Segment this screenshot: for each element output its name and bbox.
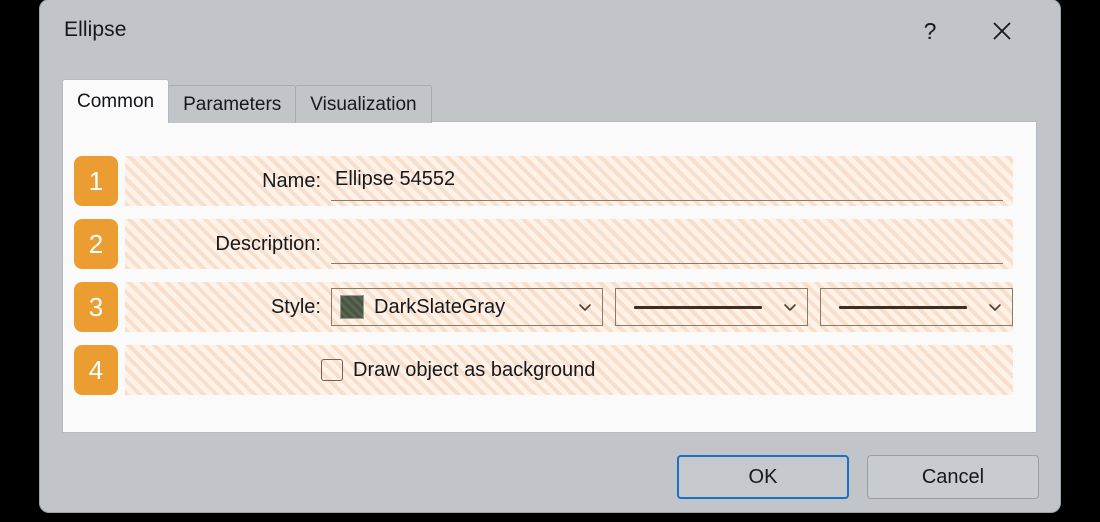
- cancel-button[interactable]: Cancel: [867, 455, 1039, 499]
- chevron-down-icon: [783, 300, 797, 314]
- draw-as-background-checkbox-group[interactable]: Draw object as background: [321, 359, 595, 382]
- style-field-highlight: Style: DarkSlateGray: [125, 282, 1013, 332]
- name-field-highlight: Name:: [125, 156, 1013, 206]
- step-badge-1: 1: [74, 156, 118, 206]
- dialog-title: Ellipse: [64, 18, 127, 41]
- line-style-preview-2: [839, 305, 968, 309]
- chevron-down-icon: [578, 300, 592, 314]
- background-checkbox-highlight: Draw object as background: [125, 345, 1013, 395]
- draw-as-background-checkbox[interactable]: [321, 359, 343, 381]
- draw-as-background-label[interactable]: Draw object as background: [353, 359, 595, 382]
- tab-visualization[interactable]: Visualization: [295, 85, 432, 123]
- ellipse-properties-dialog: Ellipse ? Common Parameters Visualizatio…: [40, 0, 1060, 512]
- step-badge-3: 3: [74, 282, 118, 332]
- step-badge-4: 4: [74, 345, 118, 395]
- row-draw-as-background: 4 Draw object as background: [74, 345, 1013, 395]
- common-tab-panel: 1 Name: 2 Description: 3 Style: DarkSlat…: [62, 121, 1037, 433]
- name-label: Name:: [262, 169, 321, 192]
- tab-parameters[interactable]: Parameters: [168, 85, 297, 123]
- color-swatch-icon: [340, 295, 364, 319]
- step-badge-2: 2: [74, 219, 118, 269]
- dialog-titlebar: Ellipse ?: [40, 0, 1060, 62]
- ok-button[interactable]: OK: [677, 455, 849, 499]
- close-icon[interactable]: [982, 12, 1022, 50]
- help-icon[interactable]: ?: [910, 12, 950, 50]
- description-label: Description:: [215, 232, 321, 255]
- tab-bar: Common Parameters Visualization: [62, 79, 432, 123]
- row-name: 1 Name:: [74, 156, 1013, 206]
- chevron-down-icon: [988, 300, 1002, 314]
- line-style-dropdown-2[interactable]: [820, 288, 1013, 326]
- style-color-value: DarkSlateGray: [374, 295, 506, 318]
- row-description: 2 Description:: [74, 219, 1013, 269]
- line-style-dropdown-1[interactable]: [615, 288, 809, 326]
- description-field-highlight: Description:: [125, 219, 1013, 269]
- row-style: 3 Style: DarkSlateGray: [74, 282, 1013, 332]
- tab-common[interactable]: Common: [62, 79, 170, 123]
- name-input[interactable]: [331, 161, 1003, 201]
- style-label: Style:: [270, 295, 321, 318]
- description-input[interactable]: [331, 224, 1003, 264]
- style-color-dropdown[interactable]: DarkSlateGray: [331, 288, 604, 326]
- line-style-preview-1: [634, 305, 763, 309]
